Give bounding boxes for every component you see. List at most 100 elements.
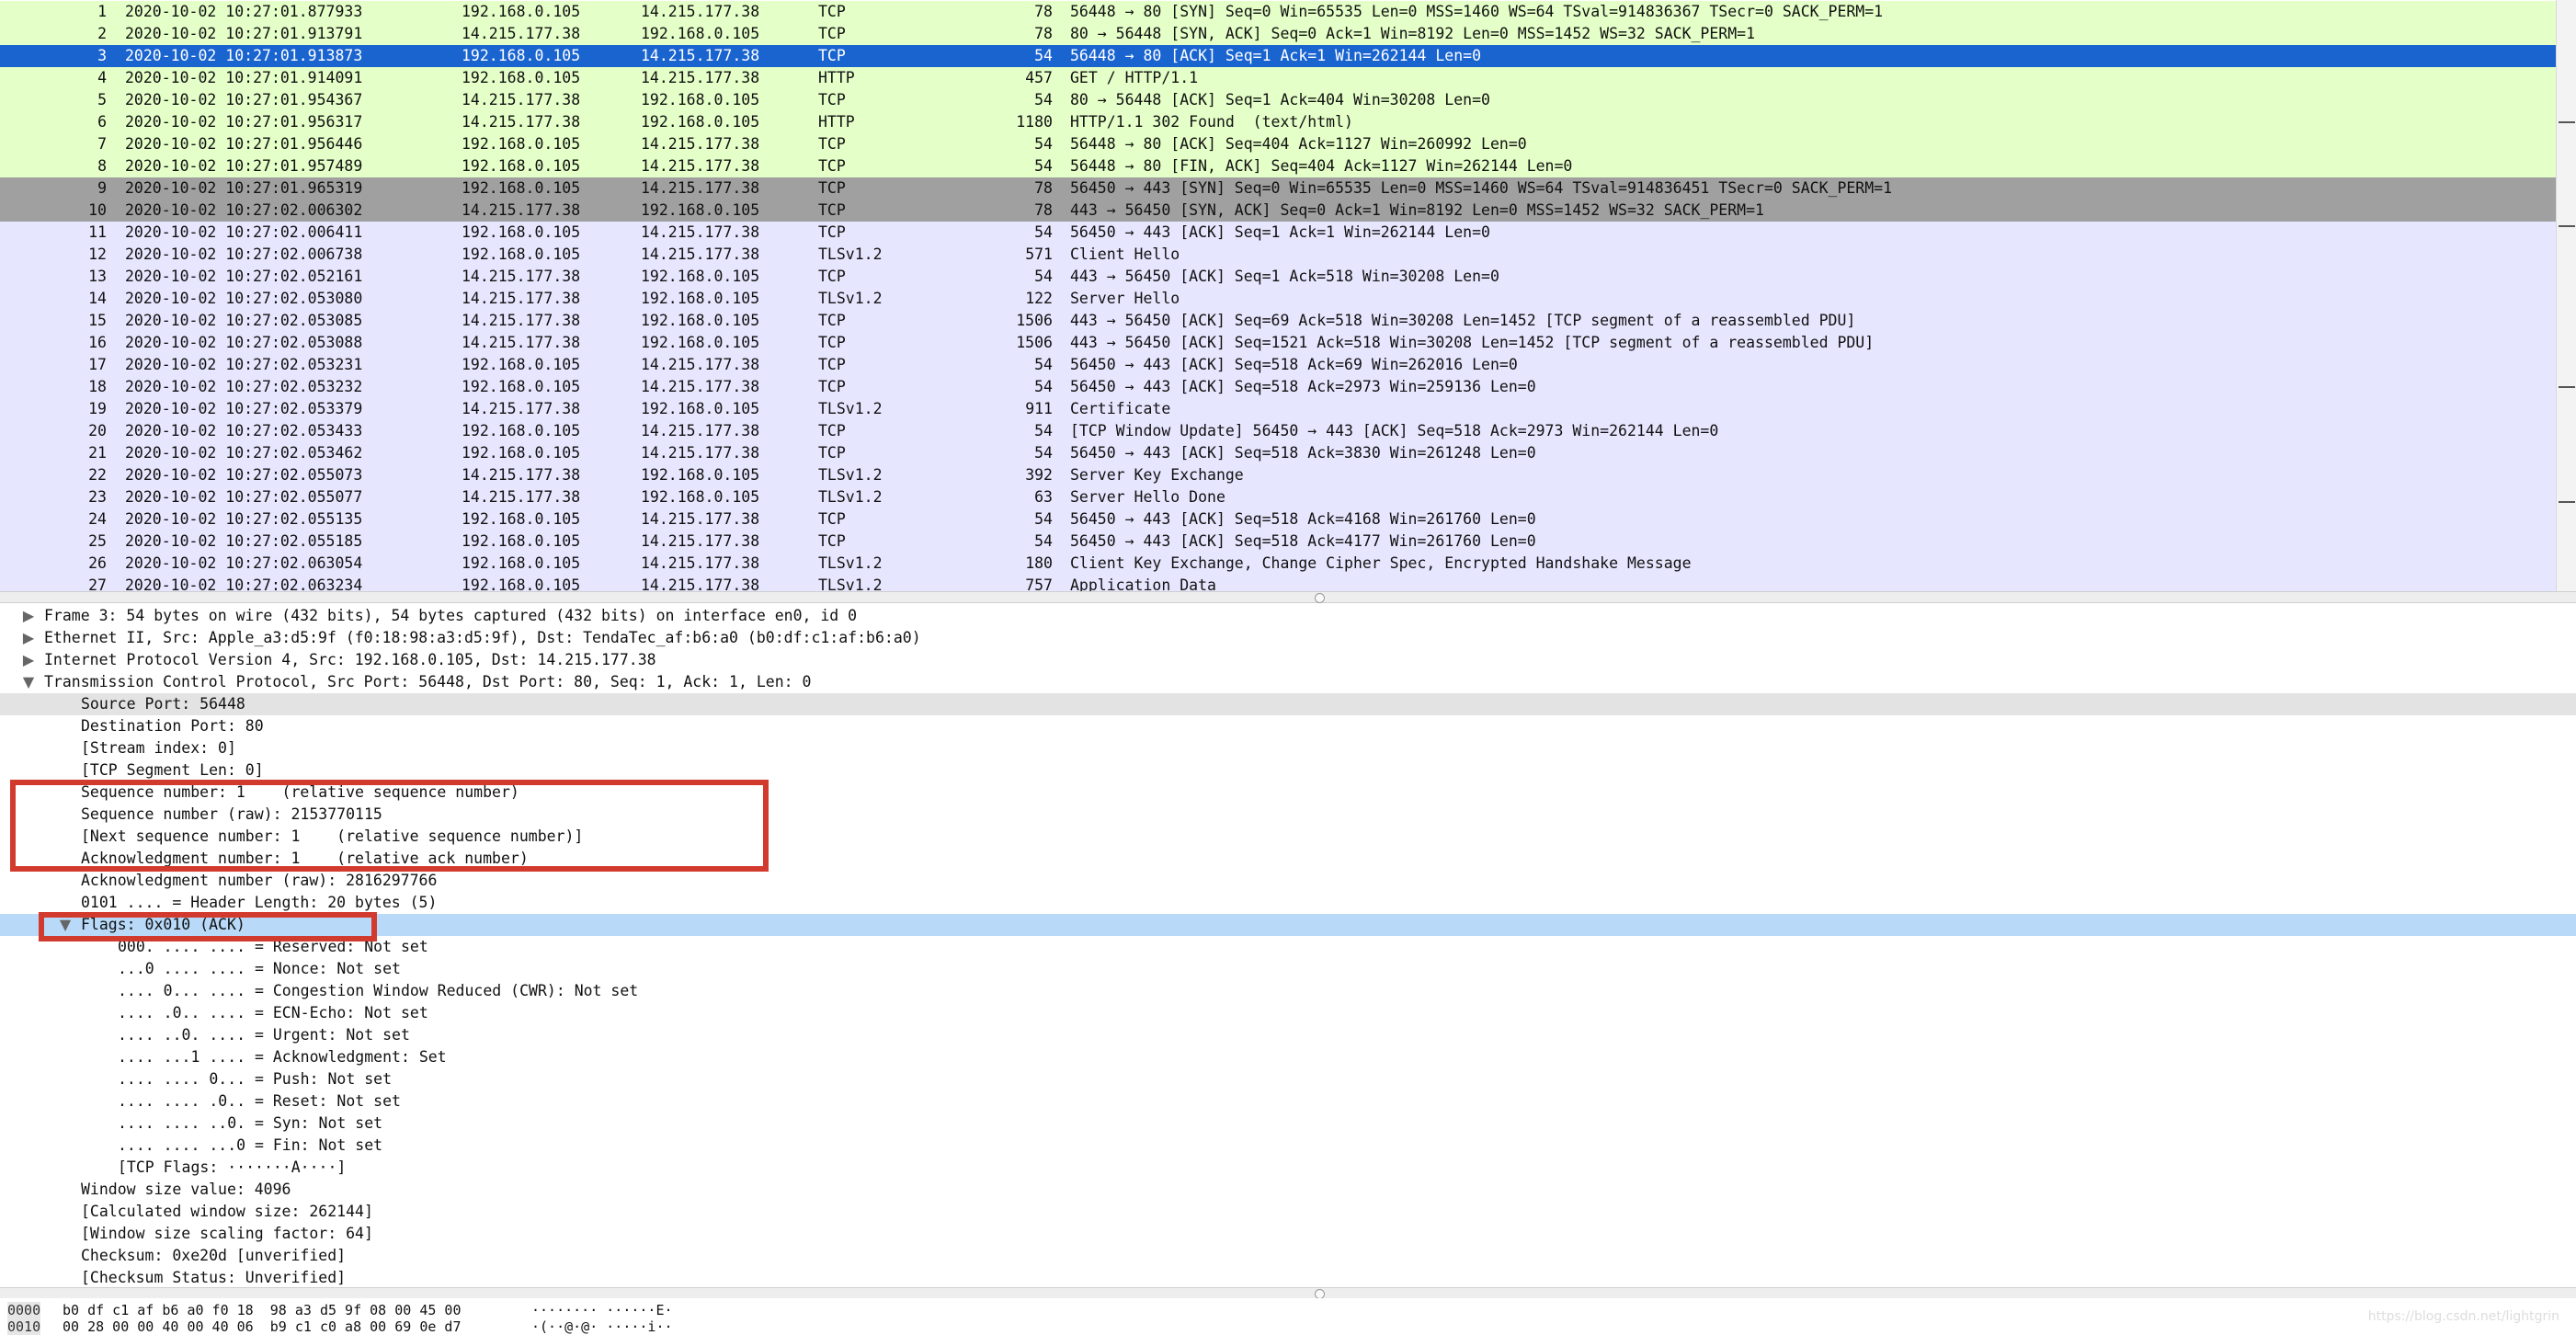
disclosure-collapsed-icon[interactable]: ▶: [18, 605, 39, 627]
packet-dst-cell: 14.215.177.38: [641, 3, 760, 20]
packet-time-cell: 2020-10-02 10:27:02.053088: [125, 334, 363, 351]
packet-list-scrollbar[interactable]: [2556, 0, 2576, 591]
detail-text: Source Port: 56448: [81, 695, 245, 713]
bytes-row[interactable]: 0000 b0 df c1 af b6 a0 f0 18 98 a3 d5 9f …: [0, 1302, 2576, 1318]
packet-no-cell: 12: [88, 245, 107, 263]
packet-row[interactable]: 22 2020-10-02 10:27:02.055073 14.215.177.3…: [0, 464, 2556, 486]
detail-row[interactable]: 000. .... .... = Reserved: Not set: [0, 936, 2576, 958]
packet-src-cell: 192.168.0.105: [462, 223, 581, 241]
packet-len-cell: 54: [1034, 268, 1053, 285]
packet-row[interactable]: 23 2020-10-02 10:27:02.055077 14.215.177.3…: [0, 486, 2556, 508]
packet-row[interactable]: 16 2020-10-02 10:27:02.053088 14.215.177.3…: [0, 332, 2556, 354]
packet-details-pane[interactable]: ▶ Frame 3: 54 bytes on wire (432 bits), 5…: [0, 603, 2576, 1287]
detail-row[interactable]: Window size value: 4096: [0, 1179, 2576, 1201]
detail-row[interactable]: [Stream index: 0]: [0, 737, 2576, 759]
watermark: https://blog.csdn.net/lightgrin: [2367, 1309, 2559, 1324]
packet-proto-cell: TLSv1.2: [818, 290, 883, 307]
packet-row[interactable]: 26 2020-10-02 10:27:02.063054 192.168.0.10…: [0, 553, 2556, 575]
detail-row[interactable]: ...0 .... .... = Nonce: Not set: [0, 958, 2576, 980]
packet-len-cell: 1506: [1016, 312, 1053, 329]
packet-info-cell: 56448 → 80 [FIN, ACK] Seq=404 Ack=1127 W…: [1070, 157, 1573, 175]
packet-row[interactable]: 9 2020-10-02 10:27:01.965319 192.168.0.105…: [0, 177, 2556, 200]
packet-len-cell: 78: [1034, 25, 1053, 42]
packet-time-cell: 2020-10-02 10:27:02.053379: [125, 400, 363, 417]
packet-no-cell: 10: [88, 201, 107, 219]
packet-row[interactable]: 4 2020-10-02 10:27:01.914091 192.168.0.105…: [0, 67, 2556, 89]
packet-list-pane[interactable]: 1 2020-10-02 10:27:01.877933 192.168.0.105…: [0, 0, 2576, 591]
detail-row[interactable]: 0101 .... = Header Length: 20 bytes (5): [0, 892, 2576, 914]
detail-row[interactable]: ▶ Ethernet II, Src: Apple_a3:d5:9f (f0:18…: [0, 627, 2576, 649]
detail-row[interactable]: .... ..0. .... = Urgent: Not set: [0, 1024, 2576, 1046]
packet-src-cell: 14.215.177.38: [462, 400, 581, 417]
disclosure-expanded-icon[interactable]: ▼: [18, 671, 39, 693]
packet-row[interactable]: 7 2020-10-02 10:27:01.956446 192.168.0.105…: [0, 133, 2556, 155]
packet-dst-cell: 14.215.177.38: [641, 576, 760, 591]
packet-row[interactable]: 6 2020-10-02 10:27:01.956317 14.215.177.38…: [0, 111, 2556, 133]
packet-time-cell: 2020-10-02 10:27:01.965319: [125, 179, 363, 197]
detail-row[interactable]: ▼ Flags: 0x010 (ACK): [0, 914, 2576, 936]
disclosure-collapsed-icon[interactable]: ▶: [18, 649, 39, 671]
detail-row[interactable]: [TCP Flags: ·······A····]: [0, 1157, 2576, 1179]
detail-row[interactable]: .... .... ...0 = Fin: Not set: [0, 1135, 2576, 1157]
packet-row[interactable]: 11 2020-10-02 10:27:02.006411 192.168.0.10…: [0, 222, 2556, 244]
detail-row[interactable]: .... 0... .... = Congestion Window Reduc…: [0, 980, 2576, 1002]
packet-no-cell: 21: [88, 444, 107, 462]
detail-row[interactable]: [Window size scaling factor: 64]: [0, 1223, 2576, 1245]
bytes-row[interactable]: 0010 00 28 00 00 40 00 40 06 b9 c1 c0 a8 …: [0, 1318, 2576, 1335]
detail-row[interactable]: .... .0.. .... = ECN-Echo: Not set: [0, 1002, 2576, 1024]
packet-dst-cell: 14.215.177.38: [641, 47, 760, 64]
packet-row[interactable]: 8 2020-10-02 10:27:01.957489 192.168.0.105…: [0, 155, 2556, 177]
packet-bytes-pane[interactable]: 0000 b0 df c1 af b6 a0 f0 18 98 a3 d5 9f …: [0, 1298, 2576, 1335]
packet-no-cell: 3: [97, 47, 107, 64]
packet-no-cell: 14: [88, 290, 107, 307]
detail-row[interactable]: [Calculated window size: 262144]: [0, 1201, 2576, 1223]
detail-row[interactable]: .... .... 0... = Push: Not set: [0, 1068, 2576, 1090]
packet-row[interactable]: 17 2020-10-02 10:27:02.053231 192.168.0.10…: [0, 354, 2556, 376]
detail-row[interactable]: ▶ Internet Protocol Version 4, Src: 192.1…: [0, 649, 2576, 671]
detail-text: [Window size scaling factor: 64]: [81, 1225, 373, 1242]
detail-row[interactable]: ▼ Transmission Control Protocol, Src Port…: [0, 671, 2576, 693]
packet-time-cell: 2020-10-02 10:27:01.913873: [125, 47, 363, 64]
packet-src-cell: 192.168.0.105: [462, 532, 581, 550]
packet-row[interactable]: 15 2020-10-02 10:27:02.053085 14.215.177.3…: [0, 310, 2556, 332]
packet-dst-cell: 192.168.0.105: [641, 334, 760, 351]
packet-row[interactable]: 5 2020-10-02 10:27:01.954367 14.215.177.38…: [0, 89, 2556, 111]
packet-proto-cell: TCP: [818, 25, 846, 42]
packet-info-cell: 56450 → 443 [ACK] Seq=518 Ack=4177 Win=2…: [1070, 532, 1536, 550]
detail-row[interactable]: .... ...1 .... = Acknowledgment: Set: [0, 1046, 2576, 1068]
packet-time-cell: 2020-10-02 10:27:01.914091: [125, 69, 363, 86]
packet-row[interactable]: 19 2020-10-02 10:27:02.053379 14.215.177.3…: [0, 398, 2556, 420]
splitter-handle[interactable]: [1315, 593, 1325, 603]
packet-time-cell: 2020-10-02 10:27:02.055077: [125, 488, 363, 506]
packet-row[interactable]: 12 2020-10-02 10:27:02.006738 192.168.0.10…: [0, 244, 2556, 266]
packet-src-cell: 192.168.0.105: [462, 179, 581, 197]
detail-row[interactable]: Source Port: 56448: [0, 693, 2576, 715]
packet-row[interactable]: 10 2020-10-02 10:27:02.006302 14.215.177.3…: [0, 200, 2556, 222]
detail-row[interactable]: ▶ Frame 3: 54 bytes on wire (432 bits), 5…: [0, 605, 2576, 627]
detail-row[interactable]: .... .... .0.. = Reset: Not set: [0, 1090, 2576, 1112]
pane-splitter-top[interactable]: [0, 591, 2576, 603]
packet-row[interactable]: 27 2020-10-02 10:27:02.063234 192.168.0.10…: [0, 575, 2556, 591]
packet-time-cell: 2020-10-02 10:27:02.053085: [125, 312, 363, 329]
packet-row[interactable]: 1 2020-10-02 10:27:01.877933 192.168.0.105…: [0, 1, 2556, 23]
packet-src-cell: 192.168.0.105: [462, 356, 581, 373]
detail-row[interactable]: Acknowledgment number (raw): 2816297766: [0, 870, 2576, 892]
detail-row[interactable]: [Checksum Status: Unverified]: [0, 1267, 2576, 1287]
detail-row[interactable]: Checksum: 0xe20d [unverified]: [0, 1245, 2576, 1267]
detail-row[interactable]: Destination Port: 80: [0, 715, 2576, 737]
packet-no-cell: 18: [88, 378, 107, 395]
detail-row[interactable]: .... .... ..0. = Syn: Not set: [0, 1112, 2576, 1135]
detail-row[interactable]: [TCP Segment Len: 0]: [0, 759, 2576, 782]
packet-row[interactable]: 14 2020-10-02 10:27:02.053080 14.215.177.3…: [0, 288, 2556, 310]
disclosure-collapsed-icon[interactable]: ▶: [18, 627, 39, 649]
detail-text: [Checksum Status: Unverified]: [81, 1269, 347, 1286]
packet-row[interactable]: 20 2020-10-02 10:27:02.053433 192.168.0.10…: [0, 420, 2556, 442]
packet-row[interactable]: 21 2020-10-02 10:27:02.053462 192.168.0.10…: [0, 442, 2556, 464]
packet-row[interactable]: 24 2020-10-02 10:27:02.055135 192.168.0.10…: [0, 508, 2556, 531]
packet-row[interactable]: 2 2020-10-02 10:27:01.913791 14.215.177.38…: [0, 23, 2556, 45]
packet-row[interactable]: 3 2020-10-02 10:27:01.913873 192.168.0.105…: [0, 45, 2556, 67]
packet-row[interactable]: 18 2020-10-02 10:27:02.053232 192.168.0.10…: [0, 376, 2556, 398]
packet-row[interactable]: 13 2020-10-02 10:27:02.052161 14.215.177.3…: [0, 266, 2556, 288]
packet-row[interactable]: 25 2020-10-02 10:27:02.055185 192.168.0.10…: [0, 531, 2556, 553]
packet-info-cell: 443 → 56450 [SYN, ACK] Seq=0 Ack=1 Win=8…: [1070, 201, 1764, 219]
